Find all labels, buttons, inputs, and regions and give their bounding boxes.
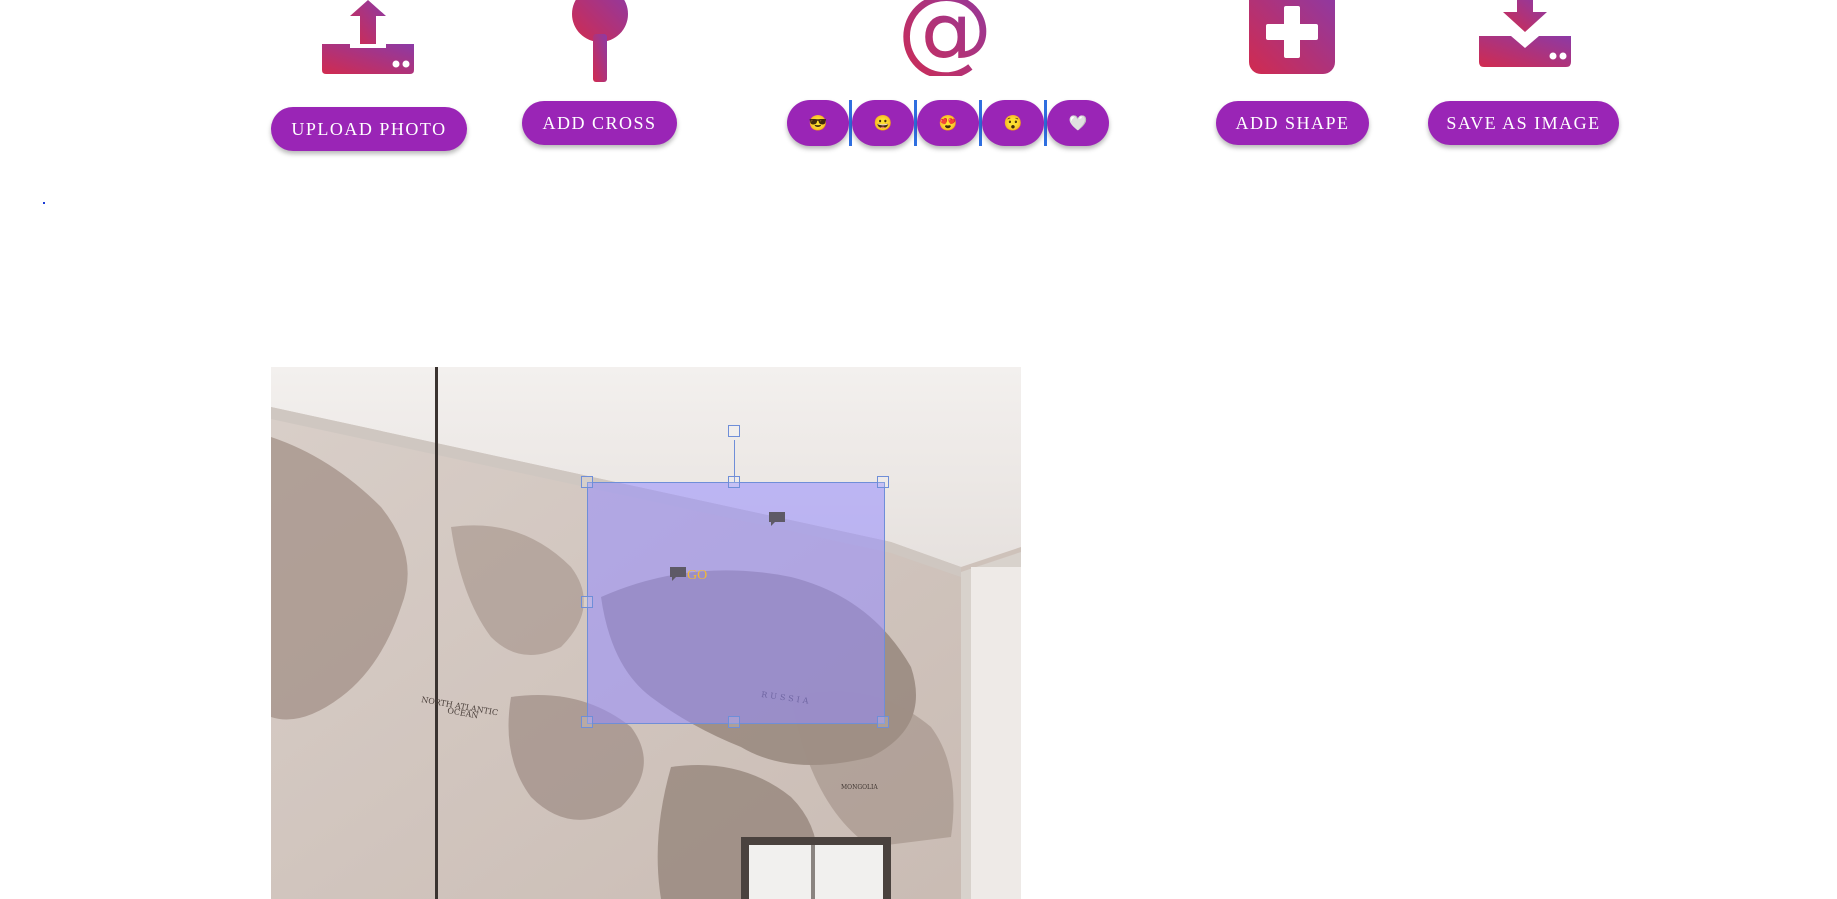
upload-tray-icon[interactable]: [320, 0, 416, 76]
emoji-toolbar: 😎 😀 😍 😯 🤍: [787, 100, 1109, 146]
emoji-grin-button[interactable]: 😀: [852, 100, 914, 146]
text-marker[interactable]: GO: [687, 568, 707, 584]
emoji-glyph: 😎: [808, 115, 828, 132]
emoji-glyph: 🤍: [1068, 115, 1088, 132]
map-label-mongolia: MONGOLIA: [841, 784, 878, 791]
selected-shape[interactable]: [587, 482, 885, 724]
emoji-glyph: 😍: [938, 115, 958, 132]
resize-handle-bottom[interactable]: [728, 716, 740, 728]
emoji-heart-button[interactable]: 🤍: [1047, 100, 1109, 146]
emoji-sunglasses-button[interactable]: 😎: [787, 100, 849, 146]
at-sign-icon[interactable]: @: [898, 0, 992, 76]
rotate-handle[interactable]: [728, 425, 740, 437]
resize-handle-top-right[interactable]: [877, 476, 889, 488]
map-pin-icon[interactable]: [568, 0, 632, 84]
download-tray-icon[interactable]: [1477, 0, 1573, 70]
stray-dot: [43, 202, 45, 204]
emoji-glyph: 😀: [873, 115, 893, 132]
add-shape-button[interactable]: ADD SHAPE: [1216, 101, 1369, 145]
emoji-hushed-button[interactable]: 😯: [982, 100, 1044, 146]
resize-handle-top[interactable]: [728, 476, 740, 488]
resize-handle-top-left[interactable]: [581, 476, 593, 488]
svg-text:@: @: [898, 0, 992, 76]
resize-handle-bottom-left[interactable]: [581, 716, 593, 728]
add-cross-button[interactable]: ADD CROSS: [522, 101, 677, 145]
upload-photo-button[interactable]: UPLOAD PHOTO: [271, 107, 467, 151]
comment-icon[interactable]: [669, 566, 687, 582]
comment-icon[interactable]: [768, 511, 786, 527]
emoji-heart-eyes-button[interactable]: 😍: [917, 100, 979, 146]
resize-handle-bottom-right[interactable]: [877, 716, 889, 728]
emoji-glyph: 😯: [1003, 115, 1023, 132]
plus-square-icon[interactable]: [1249, 0, 1335, 76]
resize-handle-left[interactable]: [581, 596, 593, 608]
save-as-image-button[interactable]: SAVE AS IMAGE: [1428, 101, 1619, 145]
